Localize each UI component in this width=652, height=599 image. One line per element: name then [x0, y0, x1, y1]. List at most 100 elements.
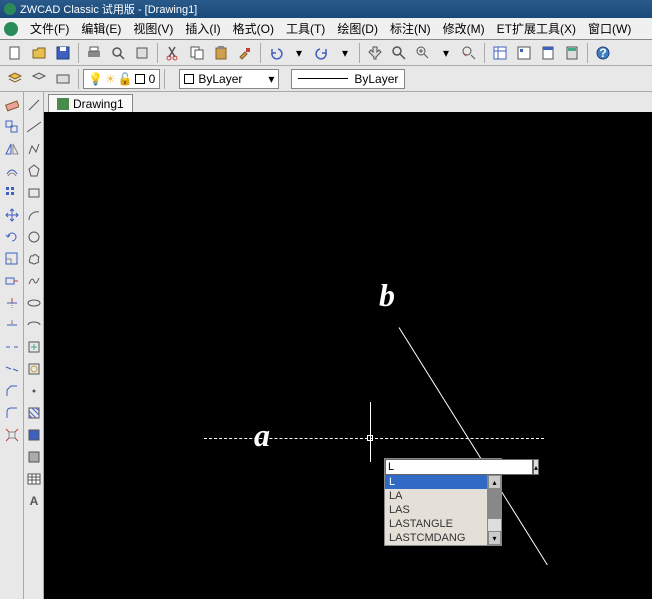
menu-view[interactable]: 视图(V): [127, 18, 179, 39]
zoom-dropdown[interactable]: ▾: [436, 43, 456, 63]
menu-edit[interactable]: 编辑(E): [75, 18, 127, 39]
color-swatch: [184, 74, 194, 84]
autocomplete-item[interactable]: LASTCMDANG: [385, 531, 487, 545]
chamfer-button[interactable]: [2, 381, 22, 401]
new-button[interactable]: [4, 42, 26, 64]
scroll-thumb[interactable]: [488, 489, 501, 519]
draw-toolbar: A: [24, 92, 44, 599]
menu-ettools[interactable]: ET扩展工具(X): [491, 18, 582, 39]
separator: [359, 43, 360, 63]
zoom-realtime-button[interactable]: [388, 42, 410, 64]
menu-dimension[interactable]: 标注(N): [384, 18, 437, 39]
layer-color-swatch: [135, 74, 145, 84]
join-button[interactable]: [2, 359, 22, 379]
preview-button[interactable]: [107, 42, 129, 64]
help-button[interactable]: ?: [592, 42, 614, 64]
rotate-button[interactable]: [2, 227, 22, 247]
move-button[interactable]: [2, 205, 22, 225]
gradient-button[interactable]: [24, 425, 44, 445]
toolpalettes-button[interactable]: [537, 42, 559, 64]
standard-toolbar: ▾ ▾ ▾ ?: [0, 40, 652, 66]
publish-button[interactable]: [131, 42, 153, 64]
menu-format[interactable]: 格式(O): [227, 18, 280, 39]
layer-manager-button[interactable]: [4, 68, 26, 90]
point-button[interactable]: [24, 381, 44, 401]
layer-name: 0: [149, 72, 156, 86]
autocomplete-item[interactable]: L: [385, 475, 487, 489]
stretch-button[interactable]: [2, 271, 22, 291]
pan-button[interactable]: [364, 42, 386, 64]
autocomplete-toggle[interactable]: ▴: [533, 459, 539, 475]
trim-button[interactable]: [2, 293, 22, 313]
erase-button[interactable]: [2, 95, 22, 115]
drawing-canvas[interactable]: a b ▴ L LA LAS LASTANGLE LASTCMDANG: [44, 112, 652, 599]
autocomplete-input[interactable]: [385, 459, 533, 475]
zoom-window-button[interactable]: [412, 42, 434, 64]
menu-window[interactable]: 窗口(W): [582, 18, 637, 39]
region-button[interactable]: [24, 447, 44, 467]
redo-dropdown[interactable]: ▾: [335, 43, 355, 63]
table-button[interactable]: [24, 469, 44, 489]
redo-button[interactable]: [311, 42, 333, 64]
break-button[interactable]: [2, 337, 22, 357]
save-button[interactable]: [52, 42, 74, 64]
fillet-button[interactable]: [2, 403, 22, 423]
layer-prev-button[interactable]: [28, 68, 50, 90]
properties-button[interactable]: [489, 42, 511, 64]
spline-button[interactable]: [24, 271, 44, 291]
layer-combo[interactable]: 💡 ☀ 🔓 0: [83, 69, 160, 89]
revcloud-button[interactable]: [24, 249, 44, 269]
scroll-down-button[interactable]: ▾: [488, 531, 501, 545]
copy-obj-button[interactable]: [2, 117, 22, 137]
document-tab[interactable]: Drawing1: [48, 94, 133, 112]
autocomplete-scrollbar[interactable]: ▴ ▾: [487, 475, 501, 545]
scale-button[interactable]: [2, 249, 22, 269]
hatch-button[interactable]: [24, 403, 44, 423]
menu-tools[interactable]: 工具(T): [280, 18, 331, 39]
menu-file[interactable]: 文件(F): [24, 18, 75, 39]
designcenter-button[interactable]: [513, 42, 535, 64]
color-combo[interactable]: ByLayer ▾: [179, 69, 279, 89]
extend-button[interactable]: [2, 315, 22, 335]
circle-button[interactable]: [24, 227, 44, 247]
mirror-button[interactable]: [2, 139, 22, 159]
insert-block-button[interactable]: [24, 337, 44, 357]
ellipse-button[interactable]: [24, 293, 44, 313]
copy-button[interactable]: [186, 42, 208, 64]
menu-modify[interactable]: 修改(M): [437, 18, 491, 39]
undo-button[interactable]: [265, 42, 287, 64]
offset-button[interactable]: [2, 161, 22, 181]
mtext-button[interactable]: A: [24, 491, 44, 511]
line-button[interactable]: [24, 95, 44, 115]
command-autocomplete: ▴ L LA LAS LASTANGLE LASTCMDANG ▴ ▾: [384, 458, 502, 546]
xline-button[interactable]: [24, 117, 44, 137]
calculator-button[interactable]: [561, 42, 583, 64]
array-button[interactable]: [2, 183, 22, 203]
matchprop-button[interactable]: [234, 42, 256, 64]
autocomplete-item[interactable]: LASTANGLE: [385, 517, 487, 531]
autocomplete-item[interactable]: LA: [385, 489, 487, 503]
rectangle-button[interactable]: [24, 183, 44, 203]
menubar: 文件(F) 编辑(E) 视图(V) 插入(I) 格式(O) 工具(T) 绘图(D…: [0, 18, 652, 40]
print-button[interactable]: [83, 42, 105, 64]
make-block-button[interactable]: [24, 359, 44, 379]
menu-draw[interactable]: 绘图(D): [331, 18, 384, 39]
ellipse-arc-button[interactable]: [24, 315, 44, 335]
explode-button[interactable]: [2, 425, 22, 445]
paste-button[interactable]: [210, 42, 232, 64]
cut-button[interactable]: [162, 42, 184, 64]
undo-dropdown[interactable]: ▾: [289, 43, 309, 63]
layer-states-button[interactable]: [52, 68, 74, 90]
menu-insert[interactable]: 插入(I): [179, 18, 226, 39]
workspace: A Drawing1 a b ▴: [0, 92, 652, 599]
zoom-previous-button[interactable]: [458, 42, 480, 64]
linetype-combo[interactable]: ByLayer: [291, 69, 405, 89]
autocomplete-item[interactable]: LAS: [385, 503, 487, 517]
open-button[interactable]: [28, 42, 50, 64]
canvas-label-a: a: [254, 417, 270, 454]
polygon-button[interactable]: [24, 161, 44, 181]
app-menu-icon[interactable]: [4, 22, 18, 36]
polyline-button[interactable]: [24, 139, 44, 159]
scroll-up-button[interactable]: ▴: [488, 475, 501, 489]
arc-button[interactable]: [24, 205, 44, 225]
